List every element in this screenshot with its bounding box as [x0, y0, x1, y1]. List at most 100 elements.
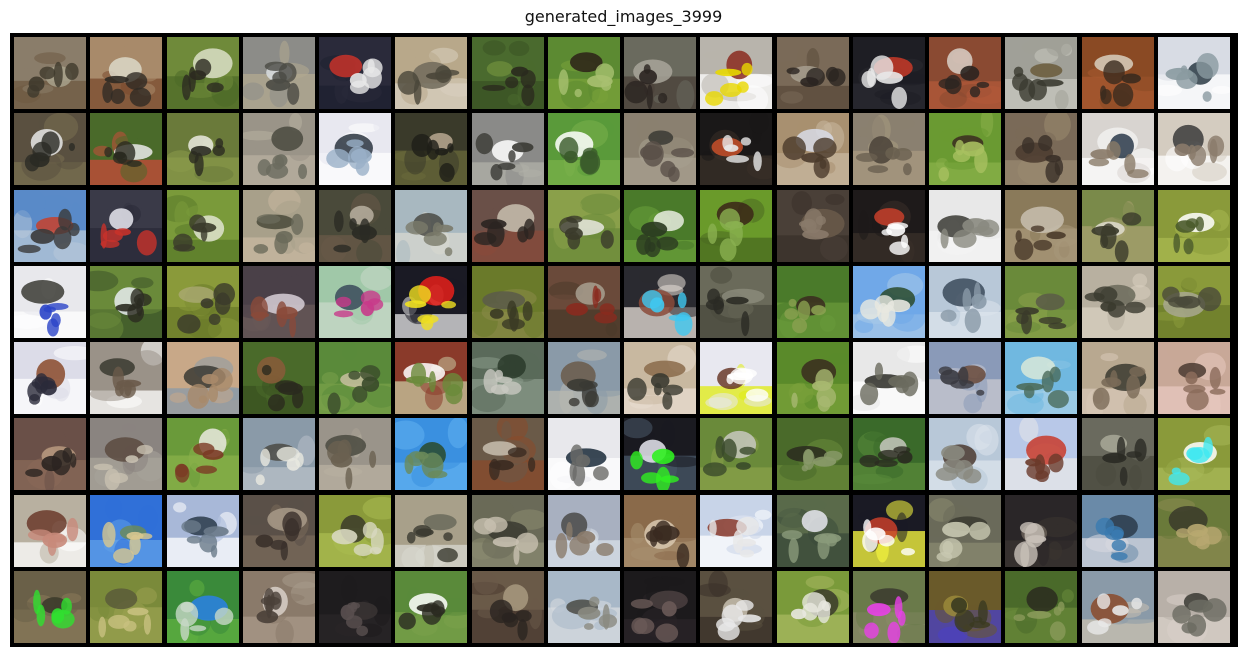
generated-image-tile	[472, 342, 544, 414]
generated-image-tile	[1005, 266, 1077, 338]
generated-image-tile	[929, 571, 1001, 643]
generated-image-tile	[167, 418, 239, 490]
generated-image-tile	[1005, 495, 1077, 567]
generated-image-tile	[1158, 37, 1230, 109]
generated-image-tile	[90, 266, 162, 338]
generated-image-tile	[1158, 418, 1230, 490]
generated-image-tile	[700, 113, 772, 185]
generated-image-tile	[1158, 342, 1230, 414]
generated-image-tile	[624, 418, 696, 490]
generated-image-tile	[319, 37, 391, 109]
generated-image-tile	[90, 495, 162, 567]
generated-image-tile	[853, 342, 925, 414]
generated-image-tile	[319, 113, 391, 185]
generated-image-tile	[777, 190, 849, 262]
generated-image-tile	[548, 418, 620, 490]
generated-image-tile	[548, 571, 620, 643]
generated-image-tile	[700, 342, 772, 414]
generated-image-tile	[700, 266, 772, 338]
generated-image-tile	[777, 418, 849, 490]
generated-image-tile	[90, 190, 162, 262]
generated-image-tile	[853, 37, 925, 109]
generated-image-tile	[1082, 342, 1154, 414]
generated-image-tile	[929, 190, 1001, 262]
generated-image-tile	[395, 37, 467, 109]
generated-image-tile	[14, 495, 86, 567]
generated-image-tile	[1158, 190, 1230, 262]
generated-image-tile	[472, 113, 544, 185]
generated-image-tile	[624, 37, 696, 109]
generated-image-tile	[1005, 418, 1077, 490]
generated-image-tile	[1158, 266, 1230, 338]
generated-image-tile	[929, 37, 1001, 109]
generated-image-tile	[472, 418, 544, 490]
generated-image-tile	[243, 495, 315, 567]
image-grid	[14, 37, 1234, 643]
generated-image-tile	[243, 190, 315, 262]
generated-image-tile	[167, 495, 239, 567]
generated-image-tile	[853, 418, 925, 490]
generated-image-tile	[853, 571, 925, 643]
generated-image-tile	[167, 266, 239, 338]
generated-image-tile	[472, 190, 544, 262]
generated-image-tile	[472, 266, 544, 338]
generated-image-tile	[1005, 113, 1077, 185]
generated-image-tile	[472, 495, 544, 567]
generated-image-tile	[700, 37, 772, 109]
generated-image-tile	[1082, 113, 1154, 185]
generated-image-tile	[14, 266, 86, 338]
generated-image-tile	[167, 113, 239, 185]
generated-image-tile	[395, 113, 467, 185]
generated-image-tile	[472, 37, 544, 109]
generated-image-tile	[14, 190, 86, 262]
generated-image-tile	[853, 266, 925, 338]
generated-image-tile	[395, 495, 467, 567]
generated-image-tile	[929, 418, 1001, 490]
generated-image-tile	[319, 571, 391, 643]
generated-image-tile	[167, 571, 239, 643]
generated-image-tile	[548, 190, 620, 262]
generated-image-tile	[14, 37, 86, 109]
generated-image-tile	[853, 113, 925, 185]
generated-image-tile	[1082, 495, 1154, 567]
generated-image-tile	[700, 418, 772, 490]
generated-image-tile	[14, 342, 86, 414]
generated-image-tile	[319, 495, 391, 567]
generated-image-tile	[90, 113, 162, 185]
generated-image-tile	[700, 190, 772, 262]
generated-image-tile	[319, 342, 391, 414]
generated-image-tile	[624, 571, 696, 643]
generated-image-tile	[14, 418, 86, 490]
generated-image-tile	[777, 571, 849, 643]
generated-image-tile	[929, 495, 1001, 567]
generated-image-tile	[1005, 37, 1077, 109]
generated-image-tile	[548, 37, 620, 109]
generated-image-tile	[929, 266, 1001, 338]
generated-image-tile	[1082, 266, 1154, 338]
generated-image-tile	[167, 342, 239, 414]
generated-image-tile	[548, 113, 620, 185]
generated-image-tile	[777, 495, 849, 567]
generated-image-tile	[1082, 190, 1154, 262]
generated-image-tile	[624, 190, 696, 262]
generated-image-tile	[777, 113, 849, 185]
generated-image-tile	[90, 37, 162, 109]
generated-image-tile	[1082, 571, 1154, 643]
generated-image-tile	[929, 342, 1001, 414]
generated-image-tile	[1005, 571, 1077, 643]
generated-image-tile	[1082, 418, 1154, 490]
generated-image-tile	[548, 266, 620, 338]
generated-image-tile	[90, 418, 162, 490]
generated-image-tile	[624, 495, 696, 567]
generated-image-tile	[243, 418, 315, 490]
generated-image-tile	[777, 266, 849, 338]
generated-image-tile	[853, 495, 925, 567]
generated-image-tile	[624, 113, 696, 185]
generated-image-tile	[1005, 342, 1077, 414]
generated-image-tile	[777, 37, 849, 109]
generated-image-tile	[929, 113, 1001, 185]
generated-image-tile	[167, 37, 239, 109]
generated-image-tile	[319, 266, 391, 338]
generated-image-tile	[243, 113, 315, 185]
generated-image-tile	[243, 37, 315, 109]
